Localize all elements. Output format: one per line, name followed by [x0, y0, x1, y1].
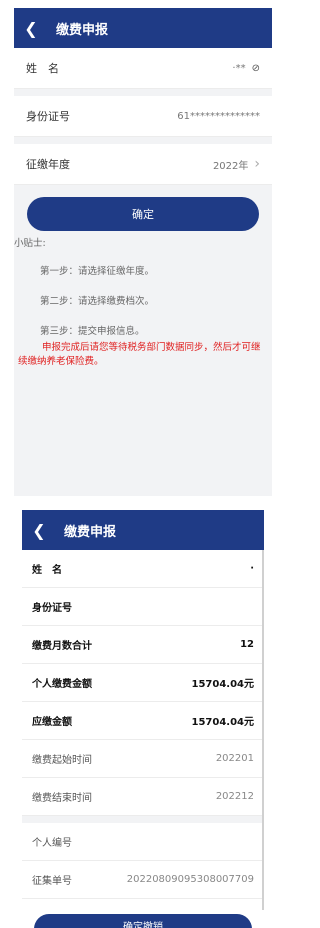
- months-total-label: 缴费月数合计: [32, 641, 92, 652]
- year-row[interactable]: 征缴年度 2022年 ›: [14, 144, 272, 185]
- nav-bar: ❮ 缴费申报: [14, 8, 272, 48]
- personal-amount-row: 个人缴费金额 15704.04元: [22, 664, 264, 702]
- name-label: 姓 名: [32, 565, 62, 576]
- tips-title: 小贴士:: [14, 238, 46, 249]
- personal-id-row: 个人编号: [22, 823, 264, 861]
- collection-number-label: 征集单号: [32, 876, 72, 887]
- personal-amount-value: 15704.04元: [191, 679, 254, 690]
- scrollbar[interactable]: [262, 550, 264, 910]
- page-title: 缴费申报: [64, 524, 117, 540]
- cancel-declaration-screen: ❮ 缴费申报 姓 名 · 身份证号 缴费月数合计 12 个人缴费金额 15704…: [22, 510, 264, 928]
- end-period-value: 202212: [215, 791, 254, 802]
- tip-warning: 申报完成后请您等待税务部门数据同步，然后才可继续缴纳养老保险费。: [18, 342, 261, 367]
- year-value: 2022年: [212, 160, 249, 172]
- start-period-row: 缴费起始时间 202201: [22, 740, 264, 778]
- id-number-label: 身份证号: [26, 110, 70, 123]
- page-title: 缴费申报: [56, 22, 109, 38]
- payable-amount-row: 应缴金额 15704.04元: [22, 702, 264, 740]
- collection-number-row: 征集单号 202208090953080077​09: [22, 861, 264, 899]
- id-number-value: 61**************: [177, 110, 260, 122]
- divider: [22, 816, 264, 823]
- chevron-left-icon[interactable]: ❮: [22, 521, 56, 540]
- end-period-label: 缴费结束时间: [32, 793, 92, 804]
- payable-amount-value: 15704.04元: [191, 717, 254, 728]
- name-value: ·: [250, 563, 254, 574]
- tip-step-1: 第一步：请选择征缴年度。: [40, 266, 155, 277]
- start-period-value: 202201: [215, 753, 254, 764]
- months-total-value: 12: [240, 639, 254, 650]
- name-row: 姓 名 ·** ⊘: [14, 48, 272, 89]
- tips-section: 小贴士: 第一步：请选择征缴年度。 第二步：请选择缴费档次。 第三步：提交申报信…: [14, 231, 272, 369]
- months-total-row: 缴费月数合计 12: [22, 626, 264, 664]
- confirm-button[interactable]: 确定: [27, 197, 259, 231]
- start-period-label: 缴费起始时间: [32, 755, 92, 766]
- chevron-right-icon: ›: [254, 156, 260, 172]
- end-period-row: 缴费结束时间 202212: [22, 778, 264, 816]
- collection-number-value: 202208090953080077​09: [126, 874, 254, 885]
- payable-amount-label: 应缴金额: [32, 717, 72, 728]
- eye-off-icon[interactable]: ⊘: [252, 63, 260, 74]
- name-row: 姓 名 ·: [22, 550, 264, 588]
- name-label: 姓 名: [26, 62, 59, 75]
- divider: [14, 137, 272, 144]
- personal-id-label: 个人编号: [32, 838, 72, 849]
- confirm-cancel-button[interactable]: 确定撤销: [34, 914, 252, 928]
- id-number-row: 身份证号: [22, 588, 264, 626]
- tip-step-3: 第三步：提交申报信息。: [40, 326, 145, 337]
- divider: [14, 89, 272, 96]
- id-number-label: 身份证号: [32, 603, 72, 614]
- nav-bar: ❮ 缴费申报: [22, 510, 264, 550]
- declaration-screen: ❮ 缴费申报 姓 名 ·** ⊘ 身份证号 61************** 征…: [14, 8, 272, 496]
- tip-step-2: 第二步：请选择缴费档次。: [40, 296, 155, 307]
- personal-amount-label: 个人缴费金额: [32, 679, 92, 690]
- name-value: ·**: [232, 62, 246, 74]
- chevron-left-icon[interactable]: ❮: [14, 19, 48, 38]
- id-number-row: 身份证号 61**************: [14, 96, 272, 137]
- year-label: 征缴年度: [26, 158, 70, 171]
